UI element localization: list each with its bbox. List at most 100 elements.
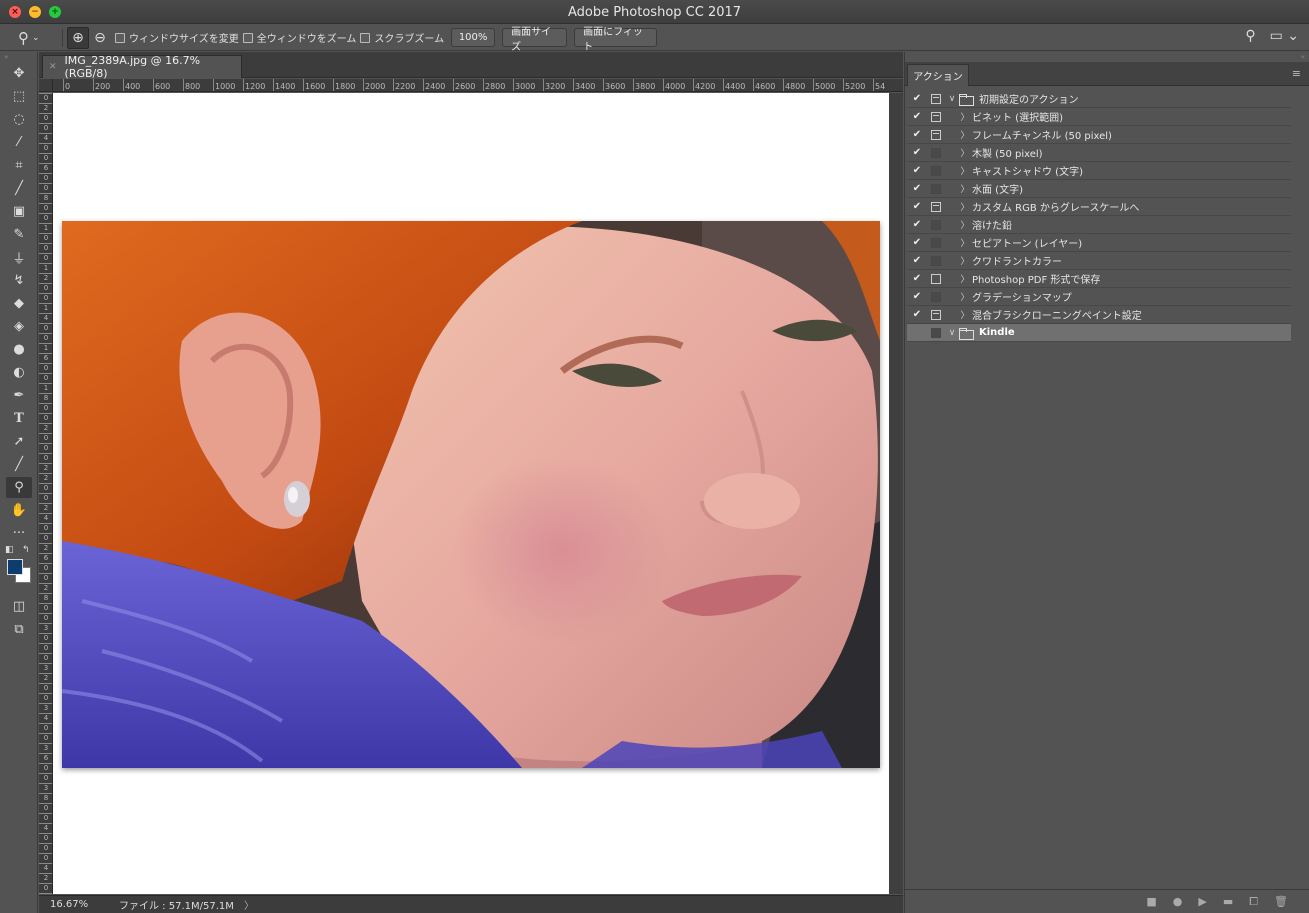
toggle-dialog-icon[interactable] xyxy=(931,309,941,320)
tab-actions[interactable]: アクション xyxy=(907,64,969,86)
clone-stamp-tool[interactable]: ⏚ xyxy=(0,246,38,269)
toggle-item-checkmark[interactable]: ✔ xyxy=(907,147,927,158)
action-row[interactable]: ✔ 〉クワドラントカラー xyxy=(907,252,1291,270)
action-row[interactable]: ✔ 〉セピアトーン (レイヤー) xyxy=(907,234,1291,252)
toggle-item-checkmark[interactable]: ✔ xyxy=(907,237,927,248)
toggle-item-checkmark[interactable]: ✔ xyxy=(907,111,927,122)
toggle-dialog-icon[interactable] xyxy=(931,255,941,266)
chevron-right-icon[interactable]: 〉 xyxy=(958,236,972,249)
blur-tool[interactable]: ● xyxy=(0,338,38,361)
workspace-switcher-icon[interactable]: ▭ ⌄ xyxy=(1270,28,1299,44)
panel-scrollbar[interactable] xyxy=(1295,90,1305,890)
canvas[interactable] xyxy=(53,93,889,894)
toggle-dialog-icon[interactable] xyxy=(931,291,941,302)
record-icon[interactable]: ● xyxy=(1173,895,1183,908)
lasso-tool[interactable]: ◌ xyxy=(0,108,38,131)
chevron-right-icon[interactable]: 〉 xyxy=(958,254,972,267)
default-colors-icon[interactable]: ◧ xyxy=(5,545,14,555)
chevron-right-icon[interactable]: 〉 xyxy=(958,272,972,285)
vertical-scrollbar[interactable] xyxy=(889,93,903,894)
action-set-row[interactable]: ∨ Kindle xyxy=(907,324,1291,342)
toggle-dialog-icon[interactable] xyxy=(931,327,941,338)
line-tool[interactable]: ╱ xyxy=(0,453,38,476)
new-set-icon[interactable]: ▬ xyxy=(1223,895,1233,908)
zoom-in-button[interactable]: ⊕ xyxy=(67,26,89,49)
action-row[interactable]: ✔ 〉フレームチャンネル (50 pixel) xyxy=(907,126,1291,144)
horizontal-ruler[interactable]: 0 200 400 600 800 1000 1200 1400 1600 1800 2000 220… xyxy=(53,79,903,92)
screen-mode-button[interactable]: ⧉ xyxy=(0,618,38,641)
zoom-tool[interactable]: ⚲ xyxy=(0,476,38,499)
chevron-right-icon[interactable]: 〉 xyxy=(958,308,972,321)
toggle-item-checkmark[interactable]: ✔ xyxy=(907,201,927,212)
toggle-item-checkmark[interactable]: ✔ xyxy=(907,165,927,176)
quick-mask-button[interactable]: ◫ xyxy=(0,595,38,618)
marquee-tool[interactable]: ⬚ xyxy=(0,85,38,108)
chevron-right-icon[interactable]: 〉 xyxy=(958,218,972,231)
path-selection-tool[interactable]: ➚ xyxy=(0,430,38,453)
close-tab-icon[interactable]: ✕ xyxy=(49,62,57,72)
checkbox-box[interactable] xyxy=(242,32,253,43)
zoom-out-button[interactable]: ⊖ xyxy=(89,27,111,49)
chevron-right-icon[interactable]: 〉 xyxy=(958,200,972,213)
toggle-item-checkmark[interactable]: ✔ xyxy=(907,183,927,194)
action-row[interactable]: ✔ 〉水面 (文字) xyxy=(907,180,1291,198)
healing-brush-tool[interactable]: ▣ xyxy=(0,200,38,223)
chevron-down-icon[interactable]: ∨ xyxy=(945,328,959,338)
quick-selection-tool[interactable]: ⁄ xyxy=(0,131,38,154)
toggle-item-checkmark[interactable]: ✔ xyxy=(907,129,927,140)
move-tool[interactable]: ✥ xyxy=(0,62,38,85)
chevron-right-icon[interactable]: 〉 xyxy=(958,164,972,177)
paint-bucket-tool[interactable]: ◈ xyxy=(0,315,38,338)
fill-screen-button[interactable]: 画面サイズ xyxy=(502,27,568,53)
swap-colors-icon[interactable]: ↰ xyxy=(22,545,30,555)
panel-grip[interactable]: » xyxy=(0,52,37,62)
toggle-dialog-icon[interactable] xyxy=(931,237,941,248)
eyedropper-tool[interactable]: ╱ xyxy=(0,177,38,200)
chevron-right-icon[interactable]: 〉 xyxy=(958,290,972,303)
ruler-origin[interactable] xyxy=(39,79,53,92)
action-row[interactable]: ✔ 〉カスタム RGB からグレースケールへ xyxy=(907,198,1291,216)
chevron-right-icon[interactable]: 〉 xyxy=(958,146,972,159)
dodge-tool[interactable]: ◐ xyxy=(0,361,38,384)
chevron-right-icon[interactable]: 〉 xyxy=(958,128,972,141)
toggle-dialog-icon[interactable] xyxy=(931,219,941,230)
eraser-tool[interactable]: ◆ xyxy=(0,292,38,315)
edit-toolbar-button[interactable]: ··· xyxy=(0,522,38,545)
toggle-dialog-icon[interactable] xyxy=(931,183,941,194)
toggle-item-checkmark[interactable]: ✔ xyxy=(907,93,927,104)
action-row[interactable]: ✔ 〉混合ブラシクローニングペイント設定 xyxy=(907,306,1291,324)
history-brush-tool[interactable]: ↯ xyxy=(0,269,38,292)
vertical-ruler[interactable]: 0200400600800100012001400160018002000220… xyxy=(39,93,53,894)
toggle-dialog-icon[interactable] xyxy=(931,201,941,212)
panel-collapse-grip[interactable]: « xyxy=(905,52,1309,62)
action-set-row[interactable]: ✔ ∨ 初期設定のアクション xyxy=(907,90,1291,108)
toggle-dialog-icon[interactable] xyxy=(931,93,941,104)
toggle-dialog-icon[interactable] xyxy=(931,165,941,176)
action-row[interactable]: ✔ 〉木製 (50 pixel) xyxy=(907,144,1291,162)
action-row[interactable]: ✔ 〉グラデーションマップ xyxy=(907,288,1291,306)
zoom-all-windows-checkbox[interactable]: 全ウィンドウをズーム xyxy=(242,30,356,45)
resize-windows-checkbox[interactable]: ウィンドウサイズを変更 xyxy=(115,30,239,45)
chevron-right-icon[interactable]: 〉 xyxy=(958,110,972,123)
crop-tool[interactable]: ⌗ xyxy=(0,154,38,177)
toggle-item-checkmark[interactable]: ✔ xyxy=(907,219,927,230)
tool-preset-picker[interactable]: ⚲ ⌄ xyxy=(18,29,58,47)
status-menu-arrow[interactable]: 〉 xyxy=(244,897,254,912)
chevron-right-icon[interactable]: 〉 xyxy=(958,182,972,195)
toggle-item-checkmark[interactable]: ✔ xyxy=(907,309,927,320)
toggle-dialog-icon[interactable] xyxy=(931,273,941,284)
toggle-dialog-icon[interactable] xyxy=(931,129,941,140)
checkbox-box[interactable] xyxy=(360,32,371,43)
type-tool[interactable]: T xyxy=(0,407,38,430)
new-action-icon[interactable]: ⧠ xyxy=(1249,895,1258,909)
percent-100-button[interactable]: 100% xyxy=(451,28,496,47)
toggle-dialog-icon[interactable] xyxy=(931,111,941,122)
hand-tool[interactable]: ✋ xyxy=(0,499,38,522)
checkbox-box[interactable] xyxy=(115,32,125,43)
play-icon[interactable]: ▶ xyxy=(1198,895,1206,908)
brush-tool[interactable]: ✎ xyxy=(0,223,38,246)
action-row[interactable]: ✔ 〉ビネット (選択範囲) xyxy=(907,108,1291,126)
toggle-item-checkmark[interactable]: ✔ xyxy=(907,273,927,284)
stop-icon[interactable]: ■ xyxy=(1146,895,1156,908)
foreground-color-swatch[interactable] xyxy=(7,559,23,575)
